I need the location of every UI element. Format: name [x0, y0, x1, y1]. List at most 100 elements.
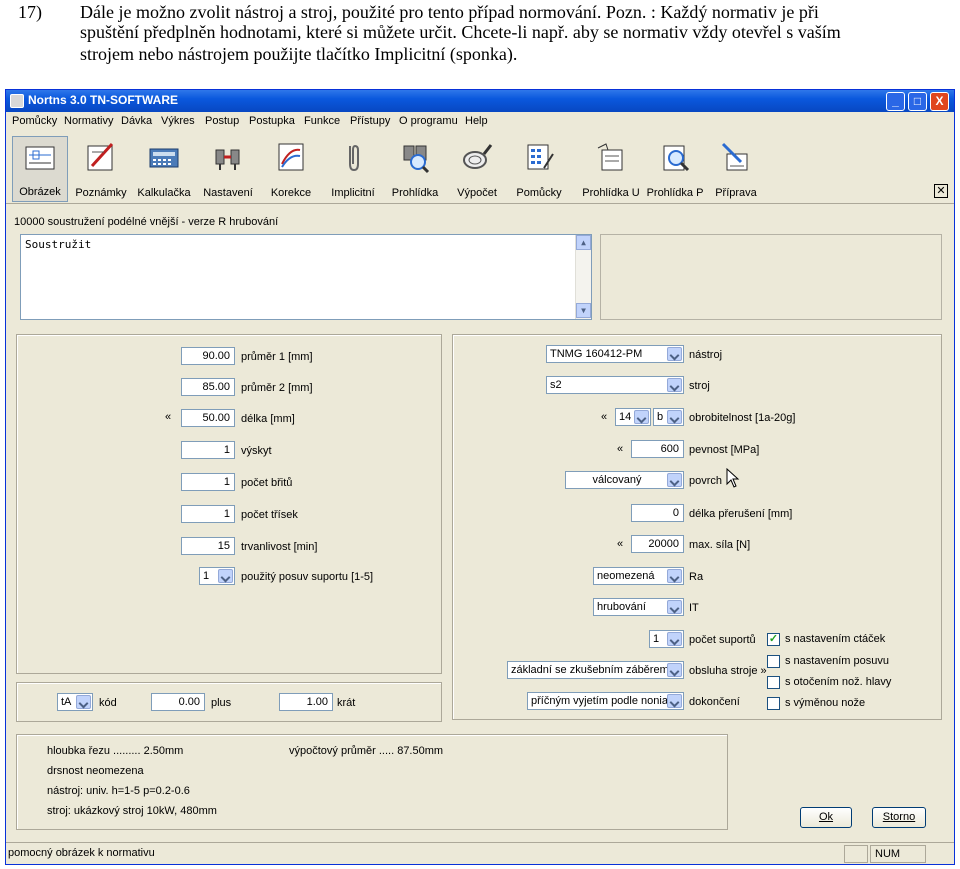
check-label-hlavy: s otočením nož. hlavy	[785, 676, 892, 688]
menu-postup[interactable]: Postup	[205, 115, 239, 127]
checkbox-nastaveni-ctacek[interactable]: ✓	[767, 633, 780, 646]
tool-prohlidka-p[interactable]: Prohlídka P	[644, 136, 706, 202]
tool-nastaveni[interactable]: Nastavení	[198, 136, 258, 202]
sila-input[interactable]: 20000	[631, 535, 684, 553]
chevron-down-icon[interactable]	[667, 632, 682, 646]
chevron-down-icon[interactable]	[667, 410, 682, 424]
posuv-select[interactable]: 1	[199, 567, 235, 585]
plus-input[interactable]: 0.00	[151, 693, 205, 711]
note-textarea[interactable]: Soustružit ▲ ▼	[20, 234, 592, 320]
obsluha-label[interactable]: obsluha stroje »	[689, 665, 767, 677]
vyskyt-input[interactable]: 1	[181, 441, 235, 459]
suportu-select[interactable]: 1	[649, 630, 684, 648]
menu-o-programu[interactable]: O programu	[399, 115, 458, 127]
tool-kalkulacka[interactable]: Kalkulačka	[134, 136, 194, 202]
menu-davka[interactable]: Dávka	[121, 115, 152, 127]
minimize-button[interactable]: _	[886, 92, 905, 111]
storno-button[interactable]: Storno	[872, 807, 926, 828]
doc-line-2: spuštění předplněn hodnotami, které si m…	[80, 22, 841, 42]
obsluha-select[interactable]: základní se zkušebním záběrem	[507, 661, 684, 679]
tool-implicitni[interactable]: Implicitní	[324, 136, 382, 202]
maximize-button[interactable]: □	[908, 92, 927, 111]
chevron-down-icon[interactable]	[218, 569, 233, 583]
suportu-label: počet suportů	[689, 634, 756, 646]
normative-caption: 10000 soustružení podélné vnější - verze…	[14, 216, 279, 228]
tool-priprava[interactable]: Příprava	[708, 136, 764, 202]
checkbox-vymena-noze[interactable]	[767, 697, 780, 710]
stroj-select[interactable]: s2	[546, 376, 684, 394]
preruseni-input[interactable]: 0	[631, 504, 684, 522]
obrob-letter-select[interactable]: b	[653, 408, 684, 426]
menu-bar: Pomůcky Normativy Dávka Výkres Postup Po…	[6, 112, 954, 132]
kod-select[interactable]: tA	[57, 693, 93, 711]
tool-korekce[interactable]: Korekce	[262, 136, 320, 202]
tool-label: Výpočet	[457, 187, 497, 199]
delka-input[interactable]: 50.00	[181, 409, 235, 427]
povrch-value: válcovaný	[592, 474, 642, 486]
ok-button[interactable]: Ok	[800, 807, 852, 828]
menu-funkce[interactable]: Funkce	[304, 115, 340, 127]
posuv-label: použitý posuv suportu [1-5]	[241, 571, 374, 583]
chevron-down-icon[interactable]	[667, 569, 682, 583]
chevron-down-icon[interactable]	[667, 378, 682, 392]
tool-pomucky[interactable]: Pomůcky	[510, 136, 568, 202]
menu-pristupy[interactable]: Přístupy	[350, 115, 390, 127]
pocet-britu-input[interactable]: 1	[181, 473, 235, 491]
tool-obrazek[interactable]: Obrázek	[12, 136, 68, 202]
chevron-down-icon[interactable]	[634, 410, 649, 424]
status-cell-empty	[844, 845, 868, 863]
left-params-panel: 90.00 průměr 1 [mm] 85.00 průměr 2 [mm] …	[16, 334, 442, 674]
checkbox-nastaveni-posuvu[interactable]	[767, 655, 780, 668]
menu-vykres[interactable]: Výkres	[161, 115, 195, 127]
checkbox-otoceni-hlavy[interactable]	[767, 676, 780, 689]
nastroj-select[interactable]: TNMG 160412-PM	[546, 345, 684, 363]
note-scrollbar[interactable]: ▲ ▼	[575, 235, 591, 319]
chevron-left-icon[interactable]: «	[617, 443, 623, 455]
info-hloubka: hloubka řezu ......... 2.50mm	[47, 745, 184, 757]
paperclip-icon	[336, 140, 370, 174]
chevron-left-icon[interactable]: «	[165, 411, 171, 423]
chevron-down-icon[interactable]	[667, 694, 682, 708]
tool-label: Nastavení	[203, 187, 253, 199]
tool-vypocet[interactable]: Výpočet	[448, 136, 506, 202]
ra-select[interactable]: neomezená	[593, 567, 684, 585]
pocet-trisek-input[interactable]: 1	[181, 505, 235, 523]
obrob-num-select[interactable]: 14	[615, 408, 651, 426]
scroll-up-icon[interactable]: ▲	[576, 235, 591, 250]
tool-prohlidka[interactable]: Prohlídka	[386, 136, 444, 202]
it-label: IT	[689, 602, 699, 614]
scroll-down-icon[interactable]: ▼	[576, 303, 591, 318]
close-panel-icon[interactable]: ✕	[934, 184, 948, 198]
menu-help[interactable]: Help	[465, 115, 488, 127]
chevron-down-icon[interactable]	[667, 663, 682, 677]
prumer1-input[interactable]: 90.00	[181, 347, 235, 365]
pevnost-input[interactable]: 600	[631, 440, 684, 458]
it-value: hrubování	[597, 601, 646, 613]
chevron-down-icon[interactable]	[667, 600, 682, 614]
tool-poznamky[interactable]: Poznámky	[72, 136, 130, 202]
tool-prohlidka-u[interactable]: Prohlídka U	[580, 136, 642, 202]
it-select[interactable]: hrubování	[593, 598, 684, 616]
tool-label: Korekce	[270, 187, 312, 199]
prumer2-input[interactable]: 85.00	[181, 378, 235, 396]
dokonceni-value: příčným vyjetím podle nonia	[531, 695, 668, 707]
trvanlivost-input[interactable]: 15	[181, 537, 235, 555]
preparation-icon	[719, 140, 753, 174]
povrch-select[interactable]: válcovaný	[565, 471, 684, 489]
menu-pomucky[interactable]: Pomůcky	[12, 115, 57, 127]
kod-value: tA	[61, 696, 72, 708]
krat-input[interactable]: 1.00	[279, 693, 333, 711]
menu-postupka[interactable]: Postupka	[249, 115, 295, 127]
chevron-left-icon[interactable]: «	[601, 411, 607, 423]
chevron-down-icon[interactable]	[76, 695, 91, 709]
preview-u-icon	[594, 140, 628, 174]
image-icon	[23, 141, 57, 175]
menu-normativy[interactable]: Normativy	[64, 115, 114, 127]
notes-icon	[84, 140, 118, 174]
close-button[interactable]: X	[930, 92, 949, 111]
dokonceni-select[interactable]: příčným vyjetím podle nonia	[527, 692, 684, 710]
chevron-down-icon[interactable]	[667, 347, 682, 361]
chevron-left-icon[interactable]: «	[617, 538, 623, 550]
chevron-down-icon[interactable]	[667, 473, 682, 487]
check-label-ctacek: s nastavením ctáček	[785, 633, 886, 645]
